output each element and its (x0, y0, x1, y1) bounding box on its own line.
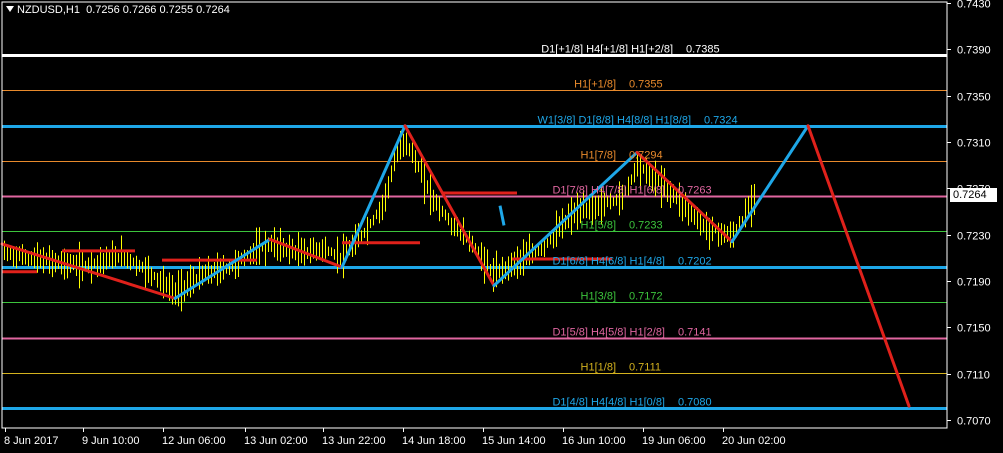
zigzag-segment (403, 124, 496, 288)
level-label: H1[+1/8] (574, 79, 616, 91)
level-label: H1[5/8] (581, 220, 616, 232)
level-label: D1[5/8] H4[5/8] H1[2/8] (552, 327, 665, 339)
dropdown-triangle-icon[interactable] (6, 6, 14, 12)
y-tick-label: 0.7110 (957, 370, 990, 382)
plot-frame (1, 1, 948, 429)
level-value: 0.7172 (629, 291, 663, 303)
current-price-badge: 0.7264 (950, 188, 997, 202)
x-tick-label: 13 Jun 22:00 (322, 435, 386, 447)
x-tick-label: 12 Jun 06:00 (162, 435, 226, 447)
chart-window[interactable]: D1[+1/8] H4[+1/8] H1[+2/8] 0.7385 H1[+1/8]… (0, 0, 1003, 453)
level-value: 0.7233 (629, 220, 663, 232)
x-tick-label: 8 Jun 2017 (4, 435, 58, 447)
trend-segment (498, 205, 506, 226)
murrey-levels (2, 54, 947, 410)
x-tick-label: 16 Jun 10:00 (562, 435, 626, 447)
x-tick-label: 9 Jun 10:00 (82, 435, 140, 447)
y-tick-label: 0.7390 (957, 45, 991, 57)
level-labels: D1[+1/8] H4[+1/8] H1[+2/8] 0.7385 H1[+1/8]… (538, 44, 738, 409)
level-value: 0.7294 (629, 150, 663, 162)
level-value: 0.7385 (686, 44, 720, 56)
level-value: 0.7202 (678, 256, 712, 268)
x-tick-label: 13 Jun 02:00 (244, 435, 308, 447)
y-tick-label: 0.7350 (957, 92, 991, 104)
ohlc-label: 0.7256 0.7266 0.7255 0.7264 (86, 4, 230, 16)
zigzag-segment (730, 124, 810, 244)
level-value: 0.7080 (678, 397, 712, 409)
level-label: D1[7/8] H4[7/8] H1[6/8] (552, 185, 665, 197)
x-tick-label: 19 Jun 06:00 (642, 435, 706, 447)
y-tick-label: 0.7190 (957, 277, 991, 289)
level-label: D1[6/8] H4[6/8] H1[4/8] (552, 256, 665, 268)
x-tick-label: 20 Jun 02:00 (722, 435, 786, 447)
y-tick-label: 0.7430 (957, 0, 991, 11)
x-tick-label: 15 Jun 14:00 (482, 435, 546, 447)
zigzag-lines (0, 124, 911, 408)
level-value: 0.7111 (629, 362, 661, 374)
price-chart[interactable]: D1[+1/8] H4[+1/8] H1[+2/8] 0.7385 H1[+1/8]… (0, 0, 1003, 453)
level-value: 0.7141 (678, 327, 712, 339)
x-tick-label: 14 Jun 18:00 (402, 435, 466, 447)
level-label: D1[+1/8] H4[+1/8] H1[+2/8] (541, 44, 673, 56)
y-tick-label: 0.7310 (957, 138, 991, 150)
y-tick-label: 0.7070 (957, 416, 991, 428)
symbol-label: NZDUSD,H1 (17, 4, 80, 16)
level-value: 0.7324 (704, 115, 738, 127)
level-label: W1[3/8] D1[8/8] H4[8/8] H1[8/8] (538, 115, 691, 127)
y-tick-label: 0.7150 (957, 323, 991, 335)
level-label: H1[1/8] (581, 362, 616, 374)
zigzag-segment (806, 124, 911, 408)
level-label: H1[3/8] (581, 291, 616, 303)
symbol-header: NZDUSD,H1 0.7256 0.7266 0.7255 0.7264 (6, 4, 230, 16)
level-label: D1[4/8] H4[4/8] H1[0/8] (552, 397, 665, 409)
level-value: 0.7355 (629, 79, 663, 91)
y-tick-label: 0.7230 (957, 231, 991, 243)
level-value: 0.7263 (678, 185, 712, 197)
level-label: H1[7/8] (581, 150, 616, 162)
